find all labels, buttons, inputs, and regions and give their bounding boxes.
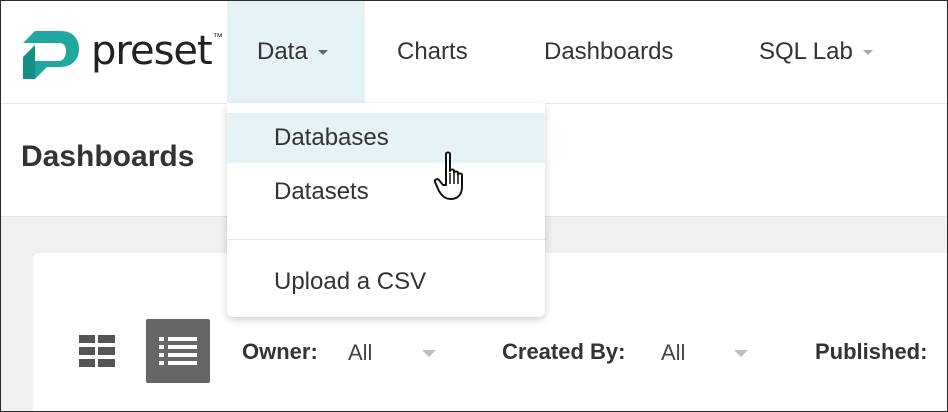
data-dropdown-menu: Databases Datasets Upload a CSV	[227, 103, 545, 317]
created-by-filter-label: Created By:	[502, 339, 626, 364]
owner-filter-select[interactable]: All	[348, 340, 372, 366]
app-window: preset ™ Data Charts Dashboards SQL Lab …	[0, 0, 948, 412]
nav-item-dashboards[interactable]: Dashboards	[544, 1, 673, 103]
menu-item-label: Datasets	[274, 178, 369, 205]
caret-down-icon	[862, 49, 873, 55]
brand-wordmark: preset	[91, 28, 213, 74]
grid-icon	[79, 335, 115, 367]
created-by-filter-select[interactable]: All	[661, 340, 685, 366]
menu-item-label: Upload a CSV	[274, 268, 427, 295]
nav-item-label: SQL Lab	[759, 38, 853, 65]
menu-item-databases[interactable]: Databases	[227, 113, 545, 163]
menu-item-upload-csv[interactable]: Upload a CSV	[227, 257, 545, 307]
hand-pointer-cursor-icon	[433, 151, 463, 200]
preset-logo-icon	[23, 31, 79, 79]
page-title: Dashboards	[21, 140, 195, 173]
caret-down-icon	[317, 49, 328, 55]
menu-divider	[227, 239, 545, 240]
published-filter-label: Published:	[815, 339, 928, 364]
trademark-symbol: ™	[212, 31, 223, 43]
nav-item-label: Dashboards	[544, 38, 674, 65]
nav-item-sql-lab[interactable]: SQL Lab	[759, 1, 873, 103]
nav-item-label: Data	[257, 38, 308, 65]
chevron-down-icon[interactable]	[734, 350, 748, 357]
top-navbar: preset ™ Data Charts Dashboards SQL Lab	[1, 1, 947, 104]
card-view-button[interactable]	[65, 319, 129, 383]
owner-filter-label: Owner:	[242, 339, 318, 364]
nav-item-charts[interactable]: Charts	[397, 1, 468, 103]
brand-logo[interactable]: preset ™	[21, 23, 223, 79]
nav-item-label: Charts	[397, 38, 468, 65]
menu-item-label: Databases	[274, 124, 389, 151]
list-view-button[interactable]	[146, 319, 210, 383]
chevron-down-icon[interactable]	[422, 350, 436, 357]
list-icon	[159, 337, 197, 365]
nav-item-data[interactable]: Data	[227, 1, 365, 103]
menu-item-datasets[interactable]: Datasets	[227, 167, 545, 217]
